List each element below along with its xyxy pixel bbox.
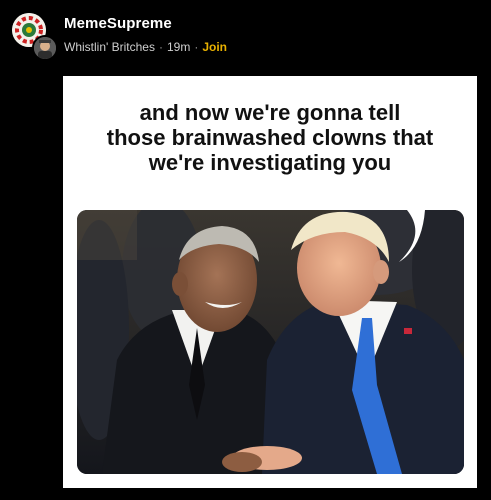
author-username[interactable]: MemeSupreme [64,15,172,32]
caption-line-1: and now we're gonna tell [139,100,401,125]
caption-line-3: we're investigating you [148,150,392,175]
community-name[interactable]: Whistlin' Britches [64,40,155,54]
meta-separator: · [158,40,163,54]
post-meta: Whistlin' Britches · 19m · Join [64,40,227,54]
author-avatar[interactable] [12,13,58,61]
meta-separator-2: · [194,40,199,54]
meme-photo [77,210,464,474]
meme-caption: and now we're gonna tell those brainwash… [63,100,477,175]
post: MemeSupreme Whistlin' Britches · 19m · Join … [0,0,491,500]
join-button[interactable]: Join [202,40,227,54]
caption-line-2: those brainwashed clowns that [106,125,434,150]
post-time: 19m [166,40,191,54]
meme-image[interactable]: and now we're gonna tell those brainwash… [63,76,477,488]
post-header: MemeSupreme Whistlin' Britches · 19m · Join [10,10,480,61]
community-avatar-icon[interactable] [32,35,58,61]
